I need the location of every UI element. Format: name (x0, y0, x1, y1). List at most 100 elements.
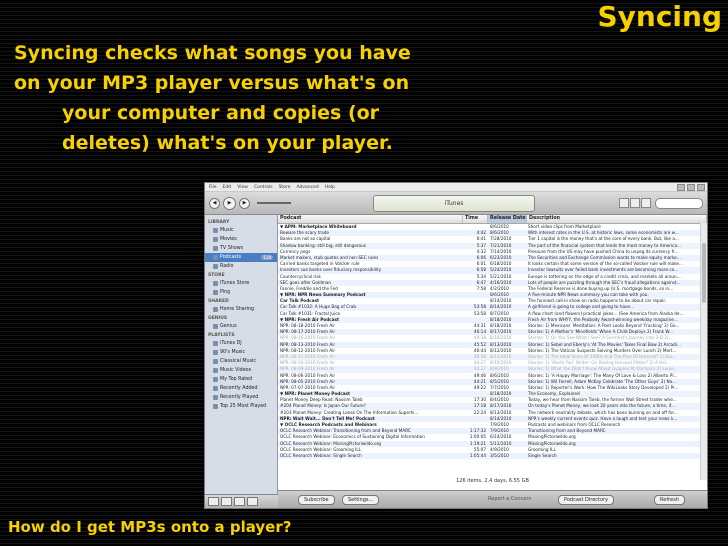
sidebar-item-label: Music (220, 228, 234, 233)
sidebar-item-label: Radio (220, 264, 234, 269)
sidebar-item-label: iTunes DJ (220, 341, 242, 346)
sidebar-item-icon (213, 368, 218, 373)
sidebar-item[interactable]: Movies (205, 235, 277, 244)
sidebar-item-label: Podcasts (220, 255, 242, 260)
sidebar-item-icon (213, 350, 218, 355)
sidebar-heading: GENIUS (208, 316, 228, 321)
sidebar-item-label: Genius (220, 324, 237, 329)
sidebar-item-label: 90's Music (220, 350, 246, 355)
scroll-thumb[interactable] (702, 243, 706, 303)
menu-controls[interactable]: Controls (254, 185, 273, 190)
sidebar-item[interactable]: 90's Music (205, 348, 277, 357)
sidebar-item[interactable]: Home Sharing (205, 305, 277, 314)
menu-store[interactable]: Store (279, 185, 291, 190)
sidebar-item[interactable]: Recently Added (205, 384, 277, 393)
add-playlist-button[interactable] (208, 497, 219, 506)
sidebar-heading: LIBRARY (208, 220, 230, 225)
sidebar-item[interactable]: Ping (205, 288, 277, 297)
sidebar-item-label: Movies (220, 237, 237, 242)
sidebar: LIBRARY Music Movies TV Shows Podcasts 119 Rad… (205, 215, 278, 497)
cell-description: Single Search (528, 452, 557, 458)
sidebar-item-label: Music Videos (220, 368, 252, 373)
sidebar-item-label: Top 25 Most Played (220, 404, 267, 409)
volume-slider[interactable] (257, 202, 291, 204)
sidebar-item-label: Home Sharing (220, 307, 255, 312)
table-row[interactable]: OCLC Research Webinar: Single Search 1:05… (278, 452, 707, 460)
cell-time: 1:05:44 (469, 452, 486, 458)
next-button[interactable]: ▶ (239, 197, 250, 209)
settings-button[interactable]: Settings... (342, 495, 380, 505)
sidebar-item[interactable]: TV Shows (205, 244, 277, 253)
sidebar-item-icon (213, 324, 218, 329)
sidebar-item-icon (213, 307, 218, 312)
body-line: Syncing checks what songs you have (14, 42, 411, 64)
list-view-icon[interactable] (619, 198, 629, 208)
sidebar-item-icon (213, 264, 218, 269)
sidebar-item-label: Recently Added (220, 386, 258, 391)
podcast-action-bar: Subscribe Settings... Report a Concern P… (278, 478, 707, 508)
shuffle-button[interactable] (221, 497, 232, 506)
search-input[interactable] (655, 198, 703, 209)
podcast-directory-button[interactable]: Podcast Directory (558, 495, 615, 505)
toolbar: ◀ ▶ ▶ iTunes (205, 192, 707, 215)
column-time[interactable]: Time (463, 215, 488, 223)
sidebar-item-badge: 119 (261, 255, 273, 260)
track-rows: ▼ APM: Marketplace Whiteboard 8/6/2010 Sho… (278, 224, 707, 460)
menu-file[interactable]: File (209, 185, 217, 190)
sidebar-item-icon (213, 255, 218, 260)
sidebar-heading: PLAYLISTS (208, 333, 235, 338)
vertical-scrollbar[interactable] (700, 223, 707, 480)
coverflow-view-icon[interactable] (641, 198, 651, 208)
sidebar-item[interactable]: My Top Rated (205, 375, 277, 384)
refresh-button[interactable]: Refresh (654, 495, 685, 505)
menu-view[interactable]: View (237, 185, 248, 190)
slide-body: Syncing checks what songs you have on yo… (14, 38, 539, 158)
sidebar-item-label: Classical Music (220, 359, 257, 364)
sidebar-item[interactable]: Recently Played (205, 393, 277, 402)
sidebar-item-icon (213, 281, 218, 286)
sidebar-item-icon (213, 228, 218, 233)
close-button[interactable] (697, 183, 705, 191)
previous-button[interactable]: ◀ (209, 197, 220, 209)
sidebar-item-icon (213, 341, 218, 346)
subscribe-button[interactable]: Subscribe (298, 495, 335, 505)
grid-view-icon[interactable] (630, 198, 640, 208)
sidebar-item[interactable]: iTunes DJ (205, 339, 277, 348)
sidebar-item[interactable]: Podcasts 119 (205, 253, 277, 262)
menu-help[interactable]: Help (325, 185, 335, 190)
sidebar-item[interactable]: Music Videos (205, 366, 277, 375)
maximize-button[interactable] (687, 183, 695, 191)
sidebar-item-icon (213, 290, 218, 295)
sidebar-item-icon (213, 246, 218, 251)
slide-title: Syncing (597, 0, 722, 33)
body-line: your computer and copies (or (62, 102, 380, 124)
sidebar-item[interactable]: Top 25 Most Played (205, 402, 277, 411)
minimize-button[interactable] (677, 183, 685, 191)
artwork-button[interactable] (247, 497, 258, 506)
sidebar-item-label: Ping (220, 290, 231, 295)
sidebar-item-icon (213, 377, 218, 382)
sidebar-item[interactable]: Music (205, 226, 277, 235)
bottom-question: How do I get MP3s onto a player? (8, 518, 292, 536)
sidebar-item-icon (213, 359, 218, 364)
cell-release-date: 3/5/2010 (490, 452, 509, 458)
report-concern-link[interactable]: Report a Concern (483, 495, 537, 503)
menu-bar: File Edit View Controls Store Advanced H… (205, 183, 707, 192)
table-header: Podcast Time Release Date Description (278, 215, 707, 224)
column-description[interactable]: Description (527, 215, 707, 223)
column-release-date[interactable]: Release Date (488, 215, 527, 223)
menu-edit[interactable]: Edit (223, 185, 232, 190)
sidebar-item[interactable]: Genius (205, 322, 277, 331)
sidebar-item-label: My Top Rated (220, 377, 253, 382)
sidebar-item-icon (213, 237, 218, 242)
play-button[interactable]: ▶ (223, 196, 236, 210)
menu-advanced[interactable]: Advanced (296, 185, 318, 190)
itunes-window: File Edit View Controls Store Advanced H… (204, 182, 708, 509)
repeat-button[interactable] (234, 497, 245, 506)
sidebar-heading: SHARED (208, 299, 229, 304)
sidebar-item[interactable]: Radio (205, 262, 277, 271)
column-podcast[interactable]: Podcast (278, 215, 463, 223)
sidebar-heading: STORE (208, 273, 225, 278)
sidebar-item[interactable]: iTunes Store (205, 279, 277, 288)
sidebar-item[interactable]: Classical Music (205, 357, 277, 366)
